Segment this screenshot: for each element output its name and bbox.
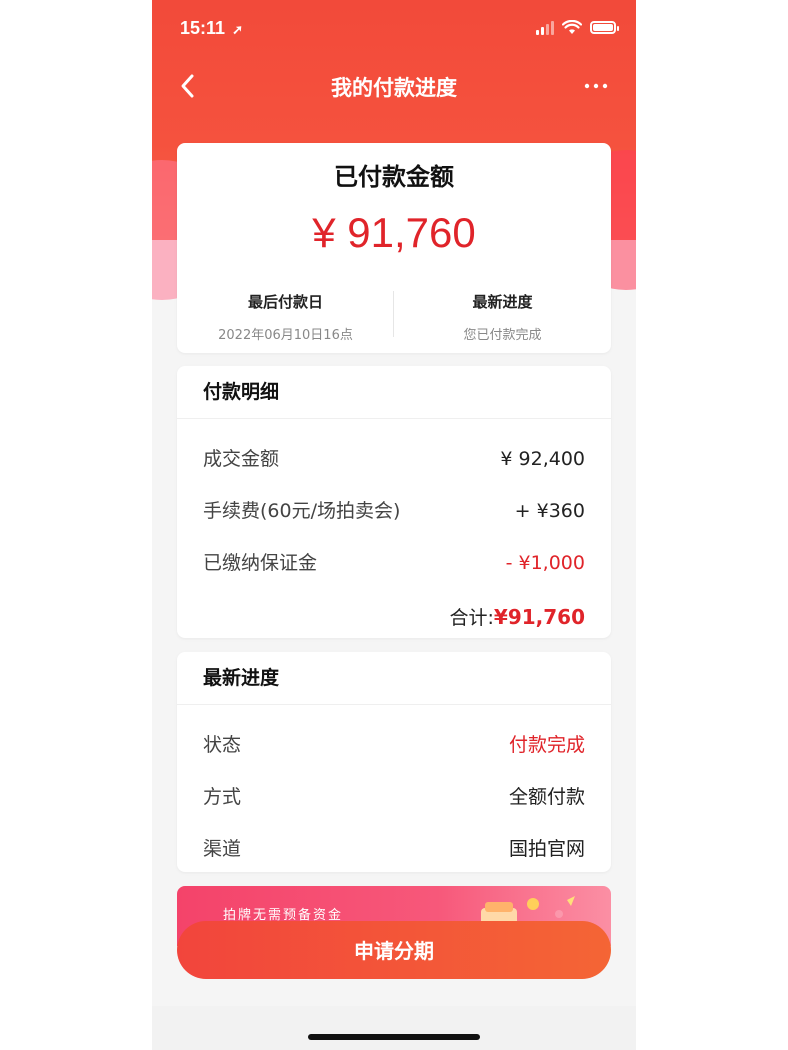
paid-summary-card: 已付款金额 ¥ 91,760 最后付款日 2022年06月10日16点 最新进度… <box>177 143 611 353</box>
last-pay-value: 2022年06月10日16点 <box>218 328 353 343</box>
progress-row-label: 方式 <box>203 786 242 808</box>
payment-detail-title: 付款明细 <box>177 366 611 419</box>
progress-column: 最新进度 您已付款完成 <box>394 291 611 343</box>
progress-row-method: 方式 全额付款 <box>177 771 611 823</box>
progress-row-label: 状态 <box>203 734 242 756</box>
detail-row-value: - ¥1,000 <box>505 552 585 574</box>
detail-row-value: ¥ 92,400 <box>500 448 585 470</box>
signal-icon <box>536 20 554 35</box>
paid-amount-value: ¥ 91,760 <box>312 209 476 256</box>
detail-row-label: 成交金额 <box>203 448 280 470</box>
detail-row-value: + ¥360 <box>514 500 585 522</box>
nav-bar: 我的付款进度 <box>152 62 636 110</box>
detail-total-value: ¥91,760 <box>493 605 585 629</box>
wifi-icon <box>562 20 582 34</box>
apply-installment-button[interactable]: 申请分期 <box>177 921 611 979</box>
payment-detail-rows: 成交金额 ¥ 92,400 手续费(60元/场拍卖会) + ¥360 已缴纳保证… <box>177 419 611 589</box>
detail-total-label: 合计: <box>449 607 494 629</box>
summary-divider <box>393 291 394 337</box>
home-indicator-area <box>152 1006 636 1050</box>
status-bar: 15:11 ➚ <box>152 0 636 60</box>
paid-amount-title: 已付款金额 <box>334 163 454 191</box>
location-arrow-icon: ➚ <box>232 22 243 37</box>
progress-row-label: 渠道 <box>203 838 242 860</box>
progress-row-status: 状态 付款完成 <box>177 719 611 771</box>
summary-columns: 最后付款日 2022年06月10日16点 最新进度 您已付款完成 <box>177 291 611 343</box>
payment-detail-card: 付款明细 成交金额 ¥ 92,400 手续费(60元/场拍卖会) + ¥360 … <box>177 366 611 638</box>
progress-row-channel: 渠道 国拍官网 <box>177 823 611 875</box>
battery-icon <box>590 21 619 34</box>
detail-row-deal-amount: 成交金额 ¥ 92,400 <box>177 433 611 485</box>
progress-label: 最新进度 <box>472 293 533 311</box>
phone-screen: 15:11 ➚ 我的付款进度 已付款金额 ¥ 91,760 最后付款日 2022… <box>152 0 636 1050</box>
progress-row-value: 付款完成 <box>508 734 585 756</box>
detail-row-label: 已缴纳保证金 <box>203 552 318 574</box>
more-icon[interactable] <box>582 72 610 100</box>
last-pay-label: 最后付款日 <box>247 293 323 311</box>
latest-progress-title: 最新进度 <box>177 652 611 705</box>
detail-row-fee: 手续费(60元/场拍卖会) + ¥360 <box>177 485 611 537</box>
detail-row-label: 手续费(60元/场拍卖会) <box>203 500 401 522</box>
progress-row-value: 国拍官网 <box>508 838 585 860</box>
home-indicator[interactable] <box>308 1034 480 1040</box>
status-icons <box>536 20 619 35</box>
last-pay-column: 最后付款日 2022年06月10日16点 <box>177 291 394 343</box>
latest-progress-rows: 状态 付款完成 方式 全额付款 渠道 国拍官网 <box>177 705 611 875</box>
detail-row-deposit: 已缴纳保证金 - ¥1,000 <box>177 537 611 589</box>
status-time-text: 15:11 <box>180 18 226 38</box>
latest-progress-card: 最新进度 状态 付款完成 方式 全额付款 渠道 国拍官网 <box>177 652 611 872</box>
detail-total: 合计:¥91,760 <box>450 603 586 630</box>
progress-value: 您已付款完成 <box>463 328 542 343</box>
progress-row-value: 全额付款 <box>508 786 585 808</box>
status-time: 15:11 ➚ <box>180 18 243 39</box>
page-title: 我的付款进度 <box>331 76 457 100</box>
